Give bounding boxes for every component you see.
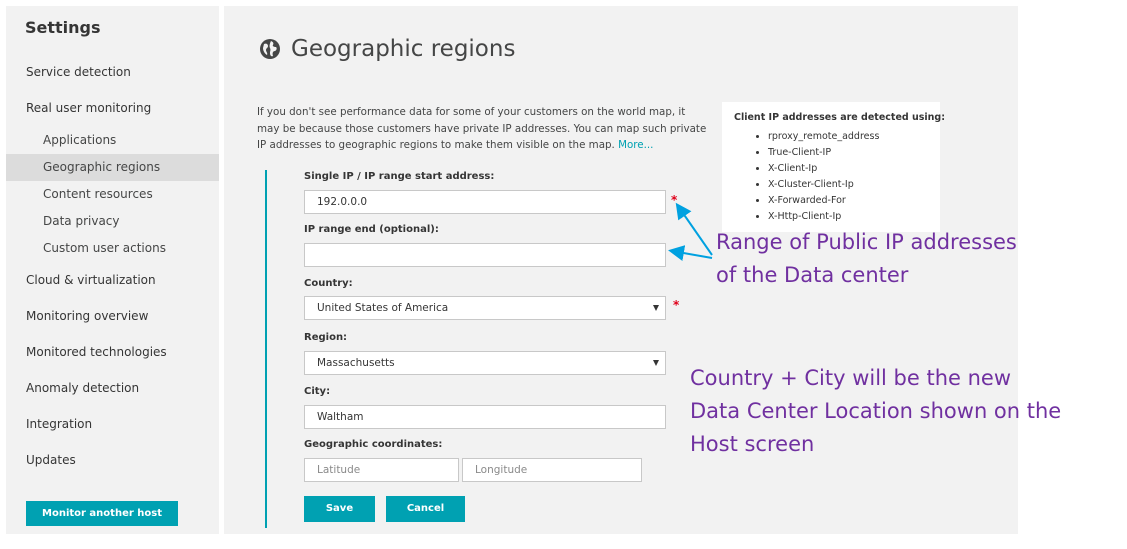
- form-accent-line: [265, 170, 267, 528]
- sidebar-item-anomaly-detection[interactable]: Anomaly detection: [26, 381, 139, 395]
- annotation-line: Country + City will be the new: [690, 366, 1012, 390]
- city-field[interactable]: [304, 405, 666, 429]
- monitor-another-host-button[interactable]: Monitor another host: [26, 501, 178, 526]
- country-select[interactable]: United States of America: [304, 296, 666, 320]
- ip-end-label: IP range end (optional):: [304, 224, 439, 235]
- sidebar-item-updates[interactable]: Updates: [26, 453, 76, 467]
- sidebar-item-data-privacy[interactable]: Data privacy: [43, 214, 120, 228]
- required-marker: *: [673, 298, 680, 312]
- globe-icon: [260, 39, 280, 59]
- save-button[interactable]: Save: [304, 496, 375, 522]
- sidebar-item-custom-user-actions[interactable]: Custom user actions: [43, 241, 166, 255]
- required-marker: *: [671, 193, 678, 207]
- sidebar-item-real-user-monitoring[interactable]: Real user monitoring: [26, 101, 151, 115]
- region-value: Massachusetts: [317, 357, 395, 369]
- city-input[interactable]: [317, 411, 653, 423]
- sidebar-item-applications[interactable]: Applications: [43, 133, 116, 147]
- ip-start-field[interactable]: [304, 190, 666, 214]
- sidebar-title: Settings: [25, 18, 101, 37]
- screenshot-root: Settings Service detection Real user mon…: [0, 0, 1127, 549]
- annotation-line: of the Data center: [716, 263, 909, 287]
- sidebar-item-integration[interactable]: Integration: [26, 417, 92, 431]
- sidebar-item-geographic-regions[interactable]: Geographic regions: [43, 160, 160, 174]
- client-ip-header-list: rproxy_remote_address True-Client-IP X-C…: [734, 129, 928, 225]
- list-item: X-Client-Ip: [768, 161, 928, 177]
- latitude-input[interactable]: [317, 464, 446, 476]
- annotation-line: Range of Public IP addresses: [716, 230, 1017, 254]
- list-item: X-Http-Client-Ip: [768, 209, 928, 225]
- client-ip-info-box: Client IP addresses are detected using: …: [722, 102, 946, 232]
- latitude-field[interactable]: [304, 458, 459, 482]
- list-item: X-Cluster-Client-Ip: [768, 177, 928, 193]
- region-select[interactable]: Massachusetts: [304, 351, 666, 375]
- page-header: Geographic regions: [259, 36, 515, 62]
- sidebar-item-monitored-technologies[interactable]: Monitored technologies: [26, 345, 167, 359]
- page-description: If you don't see performance data for so…: [257, 104, 707, 154]
- settings-sidebar: Settings Service detection Real user mon…: [6, 6, 219, 534]
- coordinates-label: Geographic coordinates:: [304, 439, 443, 450]
- longitude-input[interactable]: [475, 464, 629, 476]
- city-label: City:: [304, 386, 331, 397]
- sidebar-item-cloud-virtualization[interactable]: Cloud & virtualization: [26, 273, 156, 287]
- ip-start-label: Single IP / IP range start address:: [304, 171, 495, 182]
- region-label: Region:: [304, 332, 348, 343]
- annotation-line: Host screen: [690, 432, 815, 456]
- sidebar-item-monitoring-overview[interactable]: Monitoring overview: [26, 309, 148, 323]
- annotation-line: Data Center Location shown on the: [690, 399, 1062, 423]
- sidebar-item-service-detection[interactable]: Service detection: [26, 65, 131, 79]
- more-link[interactable]: More...: [618, 139, 653, 151]
- page-title: Geographic regions: [291, 36, 516, 62]
- list-item: X-Forwarded-For: [768, 193, 928, 209]
- cancel-button[interactable]: Cancel: [386, 496, 465, 522]
- dropdown-caret-icon: [653, 360, 659, 366]
- annotation-ip-range: Range of Public IP addresses of the Data…: [716, 226, 1017, 292]
- country-label: Country:: [304, 278, 353, 289]
- longitude-field[interactable]: [462, 458, 642, 482]
- ip-start-input[interactable]: [317, 196, 653, 208]
- dropdown-caret-icon: [653, 305, 659, 311]
- ip-end-input[interactable]: [317, 249, 653, 261]
- info-box-title: Client IP addresses are detected using:: [734, 112, 946, 123]
- list-item: True-Client-IP: [768, 145, 928, 161]
- country-value: United States of America: [317, 302, 449, 314]
- sidebar-item-content-resources[interactable]: Content resources: [43, 187, 153, 201]
- annotation-location: Country + City will be the new Data Cent…: [690, 362, 1061, 461]
- list-item: rproxy_remote_address: [768, 129, 928, 145]
- ip-end-field[interactable]: [304, 243, 666, 267]
